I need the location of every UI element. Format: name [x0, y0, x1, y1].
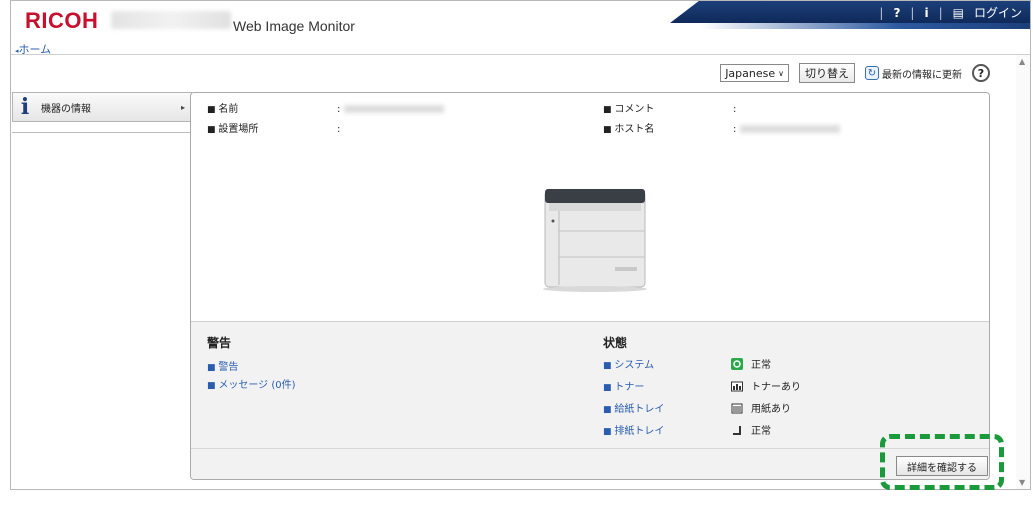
sidebar-item-device-info[interactable]: i 機器の情報 ▸: [12, 92, 192, 122]
name-label: 名前: [207, 100, 337, 115]
toolbar: Japanese ∨ 切り替え ↻ 最新の情報に更新 ?: [720, 63, 990, 83]
redacted-host-value: [739, 125, 840, 133]
separator: |: [938, 5, 943, 20]
language-select[interactable]: Japanese ∨: [720, 64, 789, 82]
home-link[interactable]: ◂ホーム: [15, 41, 51, 57]
separator: |: [879, 5, 884, 20]
ricoh-logo: RICOH: [25, 8, 99, 33]
divider: [191, 448, 989, 449]
vertical-scrollbar[interactable]: ▲ ▼: [1016, 55, 1030, 489]
printer-image: [543, 189, 647, 292]
status-label-system[interactable]: システム: [603, 356, 654, 371]
device-info-section: 名前: 設置場所: コメント: ホスト名:: [191, 93, 989, 321]
comment-label: コメント: [603, 100, 733, 115]
scroll-down-icon[interactable]: ▼: [1019, 478, 1025, 487]
chevron-down-icon: ∨: [778, 68, 784, 78]
alerts-title: 警告: [207, 336, 232, 350]
breadcrumb: ◂ホーム: [11, 41, 1030, 57]
status-title: 状態: [603, 336, 628, 350]
toner-icon: [731, 381, 743, 391]
status-system: 正常: [731, 356, 771, 371]
header: RICOH Web Image Monitor | ? | i | ▤ ログイン: [11, 1, 1030, 39]
separator: |: [910, 5, 915, 20]
sidebar: i 機器の情報 ▸: [12, 92, 192, 133]
host-label: ホスト名: [603, 120, 733, 135]
output-tray-icon: [733, 425, 741, 435]
main-panel: 名前: 設置場所: コメント: ホスト名: 警告 警告 メッセージ (0件) 状…: [190, 92, 990, 480]
help-icon[interactable]: ?: [972, 64, 990, 82]
sidebar-item-label: 機器の情報: [41, 103, 91, 115]
switch-language-button[interactable]: 切り替え: [799, 63, 855, 83]
refresh-icon: ↻: [865, 66, 879, 80]
status-output-tray: 正常: [731, 422, 771, 437]
help-link[interactable]: ?: [893, 6, 900, 20]
location-value: :: [337, 124, 341, 135]
status-label-toner[interactable]: トナー: [603, 378, 644, 393]
name-row: 名前:: [207, 100, 444, 115]
divider: [12, 132, 192, 133]
status-label-input-tray[interactable]: 給紙トレイ: [603, 400, 664, 415]
scroll-up-icon[interactable]: ▲: [1019, 57, 1025, 66]
status-toner: トナーあり: [731, 378, 801, 393]
chevron-right-icon: ▸: [180, 102, 185, 112]
login-icon[interactable]: ▤: [953, 6, 964, 20]
status-section: 警告 警告 メッセージ (0件) 状態 システム 正常 トナー トナーあり 給紙…: [191, 321, 989, 479]
paper-tray-icon: [731, 403, 743, 413]
refresh-button[interactable]: ↻ 最新の情報に更新: [865, 66, 962, 81]
top-links: | ? | i | ▤ ログイン: [879, 4, 1022, 21]
info-icon: i: [20, 94, 30, 120]
app-title: Web Image Monitor: [233, 18, 355, 34]
location-row: 設置場所:: [207, 120, 340, 135]
message-link[interactable]: メッセージ (0件): [207, 376, 295, 391]
host-row: ホスト名:: [603, 120, 840, 135]
alert-link[interactable]: 警告: [207, 358, 238, 373]
system-ok-icon: [731, 357, 743, 370]
info-link[interactable]: i: [924, 6, 928, 20]
comment-row: コメント:: [603, 100, 736, 115]
redacted-name-value: [343, 105, 444, 113]
status-input-tray: 用紙あり: [731, 400, 791, 415]
highlight-box: [880, 434, 1004, 490]
redacted-model-name: [111, 11, 231, 29]
location-label: 設置場所: [207, 120, 337, 135]
login-link[interactable]: ログイン: [974, 4, 1022, 21]
status-label-output-tray[interactable]: 排紙トレイ: [603, 422, 664, 437]
comment-value: :: [733, 104, 737, 115]
header-banner-stripe: [700, 23, 1030, 29]
